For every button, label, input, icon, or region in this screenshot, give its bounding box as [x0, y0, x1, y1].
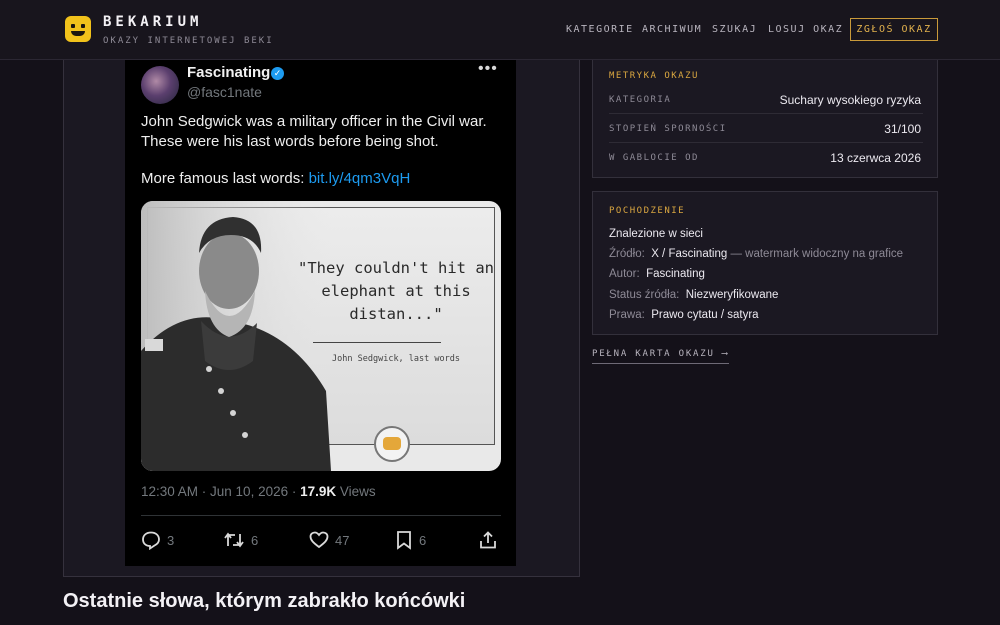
share-icon: [480, 531, 496, 549]
metrics-title: METRYKA OKAZU: [609, 71, 699, 81]
like-button[interactable]: 47: [309, 530, 349, 550]
nav-szukaj[interactable]: SZUKAJ: [712, 24, 757, 35]
origin-source-row: Źródło: X / Fascinating — watermark wido…: [609, 248, 903, 260]
sedgwick-portrait: [141, 201, 331, 471]
origin-title: POCHODZENIE: [609, 206, 686, 216]
tweet-text: John Sedgwick was a military officer in …: [141, 113, 487, 150]
nav-kategorie[interactable]: KATEGORIE: [566, 24, 634, 35]
metric-value-controversy: 31/100: [884, 122, 921, 136]
views-label: Views: [336, 484, 376, 499]
origin-author-label: Autor:: [609, 268, 640, 280]
more-options-icon: •••: [478, 60, 498, 77]
origin-source-note: — watermark widoczny na grafice: [727, 248, 904, 260]
tweet-link: bit.ly/4qm3VqH: [308, 170, 411, 187]
nav-losuj-okaz[interactable]: LOSUJ OKAZ: [768, 24, 843, 35]
logo-icon[interactable]: [65, 16, 91, 42]
repost-button[interactable]: 6: [223, 530, 258, 550]
image-attribution: John Sedgwick, last words: [332, 354, 460, 364]
share-button[interactable]: [478, 530, 498, 550]
metric-label-category: KATEGORIA: [609, 95, 672, 105]
origin-author-value: Fascinating: [646, 268, 705, 280]
tweet-media: "They couldn't hit an elephant at this d…: [141, 201, 501, 471]
verified-badge-icon: ✓: [271, 67, 284, 80]
metric-value-category[interactable]: Suchary wysokiego ryzyka: [780, 93, 921, 107]
views-count: 17.9K: [300, 484, 337, 499]
repost-count: 6: [251, 532, 259, 548]
tweet-author: Fascinating: [187, 64, 271, 81]
brand-tagline: OKAZY INTERNETOWEJ BEKI: [103, 36, 274, 46]
origin-found: Znalezione w sieci: [609, 228, 703, 240]
like-count: 47: [335, 532, 350, 548]
quote-divider: [313, 342, 441, 343]
tweet-handle: @fasc1nate: [187, 84, 262, 100]
repost-icon: [224, 532, 244, 548]
watermark-seal-icon: [374, 426, 410, 462]
metric-label-controversy: STOPIEŃ SPORNOŚCI: [609, 124, 727, 134]
tweet-divider: [141, 515, 501, 516]
metric-divider: [609, 142, 923, 143]
tweet-screenshot[interactable]: Fascinating ✓ @fasc1nate ••• John Sedgwi…: [125, 60, 516, 566]
image-quote: "They couldn't hit an elephant at this d…: [298, 259, 494, 323]
brand-name[interactable]: BEKARIUM: [103, 14, 202, 30]
origin-status-label: Status źródła:: [609, 289, 680, 301]
reply-button[interactable]: 3: [141, 530, 174, 550]
metrics-panel: METRYKA OKAZU KATEGORIA Suchary wysokieg…: [592, 60, 938, 178]
report-specimen-button[interactable]: ZGŁOŚ OKAZ: [850, 18, 938, 41]
origin-status-row: Status źródła: Niezweryfikowane: [609, 289, 778, 301]
specimen-title: Ostatnie słowa, którym zabrakło końcówki: [63, 590, 466, 612]
tweet-link-line: More famous last words: bit.ly/4qm3VqH: [141, 170, 410, 187]
top-bar: BEKARIUM OKAZY INTERNETOWEJ BEKI KATEGOR…: [0, 0, 1000, 60]
origin-source-label: Źródło:: [609, 248, 645, 260]
bookmark-count: 6: [419, 532, 427, 548]
origin-author-row: Autor: Fascinating: [609, 268, 705, 280]
metric-label-date: W GABLOCIE OD: [609, 153, 699, 163]
bookmark-button[interactable]: 6: [395, 530, 426, 550]
metric-divider: [609, 113, 923, 114]
origin-source-value: X / Fascinating: [651, 248, 728, 260]
reply-icon: [142, 531, 160, 550]
metric-value-date: 13 czerwca 2026: [830, 151, 921, 165]
origin-panel: POCHODZENIE Znalezione w sieci Źródło: X…: [592, 191, 938, 335]
tweet-meta: 12:30 AM · Jun 10, 2026 · 17.9K Views: [141, 484, 376, 499]
bookmark-icon: [397, 531, 411, 550]
nav-archiwum[interactable]: ARCHIWUM: [642, 24, 702, 35]
origin-status-value: Niezweryfikowane: [685, 289, 779, 301]
reply-count: 3: [167, 532, 175, 548]
origin-rights-row: Prawa: Prawo cytatu / satyra: [609, 309, 759, 321]
tweet-link-prefix: More famous last words:: [141, 170, 309, 187]
tweet-timestamp: 12:30 AM · Jun 10, 2026 ·: [141, 484, 301, 499]
avatar: [141, 66, 179, 104]
full-card-link[interactable]: PEŁNA KARTA OKAZU ⟶: [592, 349, 730, 364]
origin-rights-value: Prawo cytatu / satyra: [651, 309, 759, 321]
origin-rights-label: Prawa:: [609, 309, 645, 321]
heart-icon: [309, 531, 329, 549]
